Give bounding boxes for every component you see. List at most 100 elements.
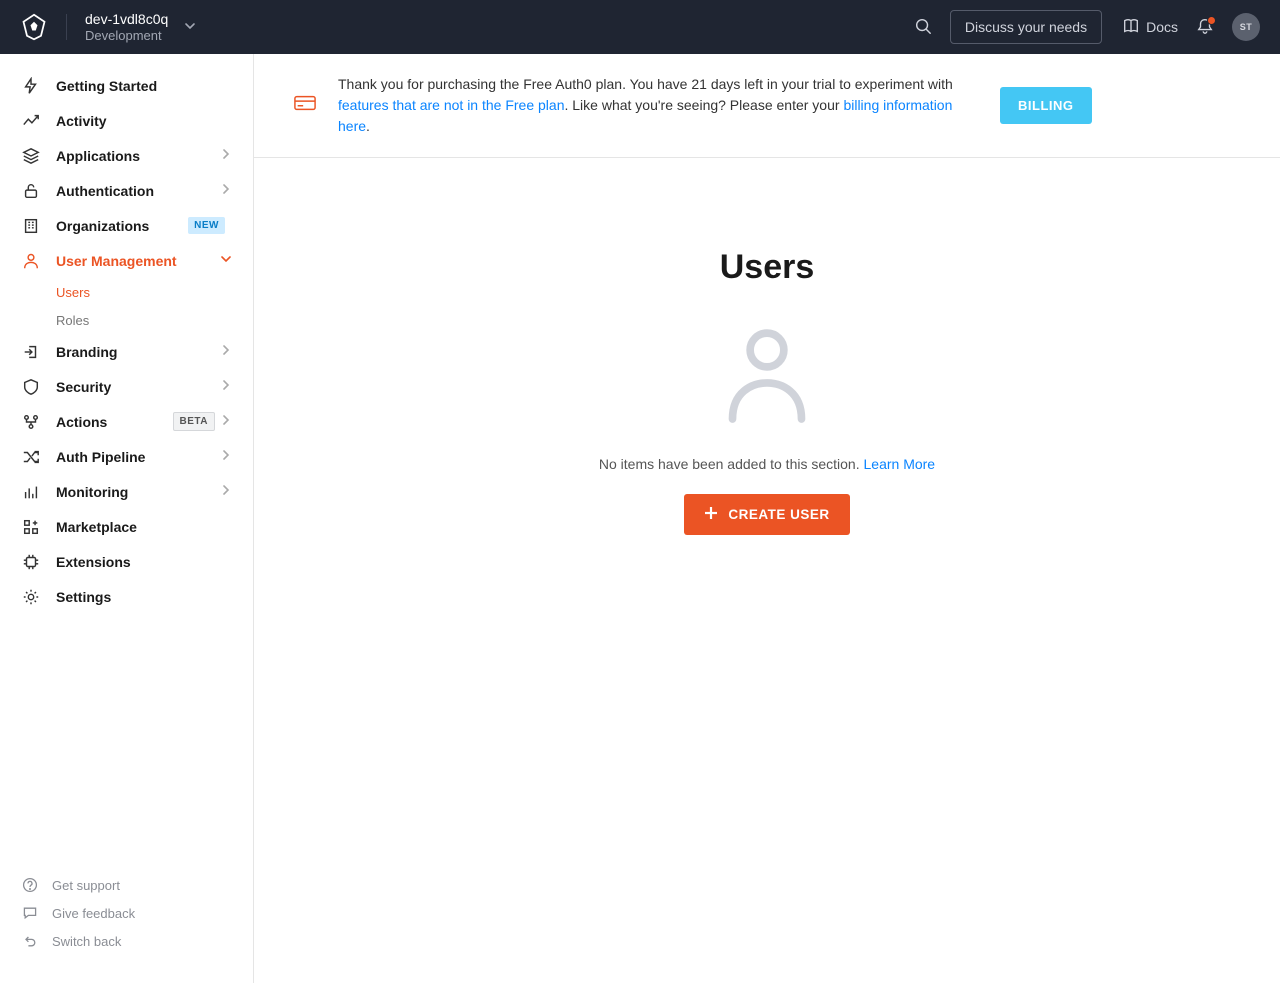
new-badge: NEW	[188, 217, 225, 234]
banner-text-a: Thank you for purchasing the Free Auth0 …	[338, 76, 953, 92]
sidebar-sub-label: Users	[56, 285, 90, 300]
sidebar-item-actions[interactable]: Actions BETA	[0, 404, 253, 439]
footer-label: Get support	[52, 878, 120, 893]
header-divider	[66, 14, 67, 40]
sidebar-item-label: Monitoring	[56, 484, 128, 500]
shield-icon	[22, 378, 40, 396]
chat-icon	[22, 905, 38, 921]
notifications-button[interactable]	[1188, 10, 1222, 44]
main-content: Thank you for purchasing the Free Auth0 …	[254, 54, 1280, 983]
gear-icon	[22, 588, 40, 606]
sidebar-item-monitoring[interactable]: Monitoring	[0, 474, 253, 509]
undo-icon	[22, 933, 38, 949]
layers-icon	[22, 147, 40, 165]
sidebar-sub-label: Roles	[56, 313, 89, 328]
docs-label: Docs	[1146, 19, 1178, 35]
banner-message: Thank you for purchasing the Free Auth0 …	[338, 74, 978, 137]
sidebar-item-label: Actions	[56, 414, 107, 430]
sidebar-item-label: Getting Started	[56, 78, 157, 94]
sidebar-sub-roles[interactable]: Roles	[56, 306, 253, 334]
learn-more-link[interactable]: Learn More	[864, 456, 936, 472]
shuffle-icon	[22, 448, 40, 466]
auth0-logo[interactable]	[20, 13, 48, 41]
footer-give-feedback[interactable]: Give feedback	[0, 899, 253, 927]
chevron-right-icon	[221, 149, 231, 162]
banner-text-b: . Like what you're seeing? Please enter …	[564, 97, 843, 113]
building-icon	[22, 217, 40, 235]
sidebar-item-marketplace[interactable]: Marketplace	[0, 509, 253, 544]
empty-state-text: No items have been added to this section…	[599, 456, 935, 472]
discuss-needs-button[interactable]: Discuss your needs	[950, 10, 1102, 44]
docs-link[interactable]: Docs	[1122, 17, 1178, 38]
sidebar-sub-users[interactable]: Users	[56, 278, 253, 306]
search-icon	[914, 17, 932, 38]
sidebar-item-security[interactable]: Security	[0, 369, 253, 404]
sidebar-item-label: Auth Pipeline	[56, 449, 145, 465]
sidebar: Getting Started Activity Applications Authe…	[0, 54, 254, 983]
sidebar-item-authentication[interactable]: Authentication	[0, 173, 253, 208]
sidebar-item-applications[interactable]: Applications	[0, 138, 253, 173]
chevron-right-icon	[221, 415, 231, 428]
sidebar-item-organizations[interactable]: Organizations NEW	[0, 208, 253, 243]
chevron-right-icon	[221, 380, 231, 393]
sidebar-item-label: Settings	[56, 589, 111, 605]
search-button[interactable]	[906, 10, 940, 44]
top-header: dev-1vdl8c0q Development Discuss your ne…	[0, 0, 1280, 54]
chevron-down-icon	[184, 19, 196, 35]
footer-label: Give feedback	[52, 906, 135, 921]
sidebar-item-label: Authentication	[56, 183, 154, 199]
plus-icon	[704, 506, 718, 523]
page-title: Users	[720, 248, 815, 287]
sidebar-item-label: Marketplace	[56, 519, 137, 535]
grid-plus-icon	[22, 518, 40, 536]
create-user-label: CREATE USER	[728, 507, 829, 522]
sidebar-item-extensions[interactable]: Extensions	[0, 544, 253, 579]
trial-banner: Thank you for purchasing the Free Auth0 …	[254, 54, 1280, 158]
sidebar-item-settings[interactable]: Settings	[0, 579, 253, 614]
beta-badge: BETA	[173, 412, 215, 431]
chip-icon	[22, 553, 40, 571]
sidebar-item-label: Activity	[56, 113, 107, 129]
book-icon	[1122, 17, 1140, 38]
sidebar-item-label: Organizations	[56, 218, 149, 234]
sidebar-item-branding[interactable]: Branding	[0, 334, 253, 369]
tenant-switcher[interactable]: dev-1vdl8c0q Development	[85, 11, 196, 43]
sidebar-item-label: User Management	[56, 253, 177, 269]
flow-icon	[22, 413, 40, 431]
footer-switch-back[interactable]: Switch back	[0, 927, 253, 955]
sidebar-item-label: Security	[56, 379, 111, 395]
sidebar-item-label: Extensions	[56, 554, 131, 570]
chevron-right-icon	[221, 450, 231, 463]
credit-card-icon	[294, 92, 316, 119]
trend-icon	[22, 112, 40, 130]
sidebar-item-user-management[interactable]: User Management	[0, 243, 253, 278]
sidebar-item-auth-pipeline[interactable]: Auth Pipeline	[0, 439, 253, 474]
sidebar-item-activity[interactable]: Activity	[0, 103, 253, 138]
notification-dot	[1207, 16, 1216, 25]
help-icon	[22, 877, 38, 893]
chevron-right-icon	[221, 345, 231, 358]
chevron-right-icon	[221, 184, 231, 197]
sidebar-item-getting-started[interactable]: Getting Started	[0, 68, 253, 103]
banner-text-c: .	[366, 118, 370, 134]
footer-label: Switch back	[52, 934, 121, 949]
tenant-env: Development	[85, 28, 168, 44]
empty-user-icon	[721, 323, 813, 428]
sidebar-item-label: Branding	[56, 344, 117, 360]
zap-icon	[22, 77, 40, 95]
lock-icon	[22, 182, 40, 200]
user-avatar[interactable]: ST	[1232, 13, 1260, 41]
bars-icon	[22, 483, 40, 501]
features-link[interactable]: features that are not in the Free plan	[338, 97, 564, 113]
chevron-right-icon	[221, 485, 231, 498]
tenant-name: dev-1vdl8c0q	[85, 11, 168, 28]
create-user-button[interactable]: CREATE USER	[684, 494, 849, 535]
page-content: Users No items have been added to this s…	[254, 158, 1280, 983]
user-icon	[22, 252, 40, 270]
billing-button[interactable]: BILLING	[1000, 87, 1092, 124]
login-icon	[22, 343, 40, 361]
chevron-down-icon	[221, 254, 231, 267]
empty-text-label: No items have been added to this section…	[599, 456, 864, 472]
footer-get-support[interactable]: Get support	[0, 871, 253, 899]
sidebar-item-label: Applications	[56, 148, 140, 164]
